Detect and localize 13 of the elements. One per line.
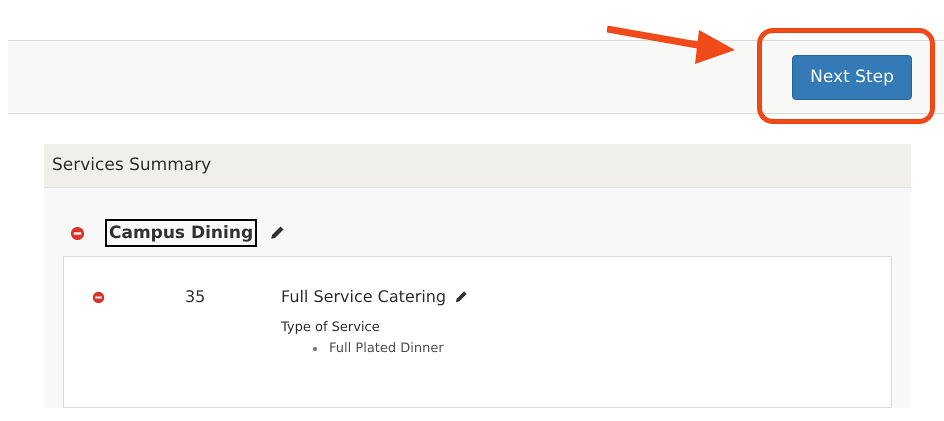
arrow-icon	[607, 26, 737, 66]
option-item: Full Plated Dinner	[329, 341, 444, 356]
pencil-icon[interactable]	[269, 225, 286, 241]
quantity: 35	[185, 287, 206, 306]
panel-header: Services Summary	[44, 144, 911, 188]
pencil-icon[interactable]	[454, 290, 468, 304]
service-name: Full Service Catering	[281, 287, 446, 306]
remove-icon[interactable]	[70, 226, 85, 240]
option-label: Type of Service	[281, 320, 381, 335]
remove-icon[interactable]	[92, 291, 105, 304]
next-step-button[interactable]: Next Step	[792, 54, 912, 100]
bullet-icon	[313, 346, 317, 350]
vendor-name[interactable]: Campus Dining	[105, 219, 258, 247]
